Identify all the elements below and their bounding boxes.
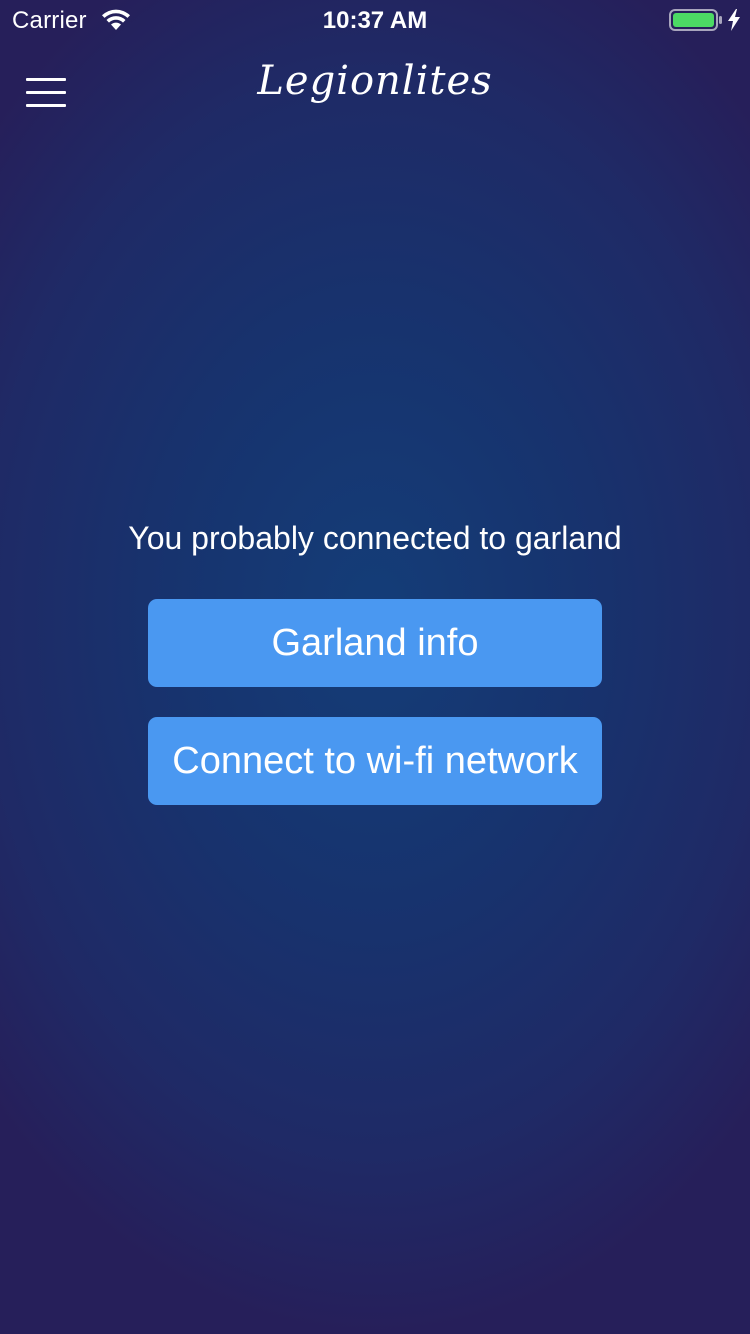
connect-wifi-button[interactable]: Connect to wi-fi network	[148, 717, 602, 805]
battery-icon	[669, 9, 722, 31]
garland-info-button[interactable]: Garland info	[148, 599, 602, 687]
connection-message: You probably connected to garland	[128, 520, 622, 556]
hamburger-menu-icon-line	[26, 104, 66, 107]
app-logo: Legionlites	[257, 58, 493, 104]
charging-bolt-icon	[728, 9, 740, 31]
status-bar: Carrier 10:37 AM	[0, 0, 750, 40]
status-time: 10:37 AM	[322, 7, 428, 34]
